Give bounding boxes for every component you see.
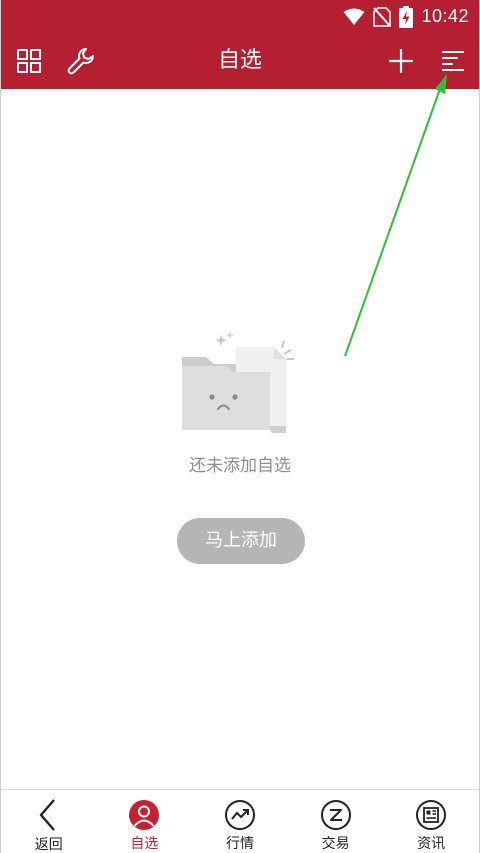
tab-news[interactable]: 资讯: [383, 790, 479, 853]
wrench-icon: [67, 48, 94, 75]
status-bar: 10:42: [1, 0, 479, 33]
grid-icon: [17, 49, 41, 73]
tab-trade[interactable]: 交易: [288, 790, 384, 853]
add-now-button[interactable]: 马上添加: [177, 518, 305, 564]
tab-label: 返回: [34, 837, 63, 853]
back-arrow-icon: [39, 799, 55, 831]
tab-label: 行情: [225, 836, 254, 852]
battery-charging-icon: [399, 5, 414, 28]
tab-label: 自选: [130, 836, 159, 852]
empty-folder-icon: [182, 331, 294, 433]
trend-chart-icon: [224, 799, 255, 830]
plus-icon: [389, 49, 413, 73]
grid-view-button[interactable]: [9, 41, 49, 81]
news-icon: [416, 799, 447, 830]
sort-lines-icon: [442, 51, 464, 71]
bottom-tab-bar: 返回 自选 行情 交易 资讯: [1, 789, 479, 853]
status-icons: 10:42: [343, 0, 469, 33]
person-icon: [129, 799, 160, 830]
status-time: 10:42: [421, 6, 469, 26]
trade-icon: [320, 799, 351, 830]
wifi-icon: [343, 8, 365, 25]
tab-market[interactable]: 行情: [192, 790, 288, 853]
tab-label: 资讯: [417, 836, 446, 852]
tab-watchlist[interactable]: 自选: [97, 790, 193, 853]
settings-button[interactable]: [61, 41, 101, 81]
tab-back[interactable]: 返回: [1, 790, 97, 853]
add-stock-button[interactable]: [381, 41, 421, 81]
app-bar: 自选: [1, 33, 479, 89]
no-sim-icon: [373, 6, 392, 27]
sort-menu-button[interactable]: [433, 41, 473, 81]
empty-message: 还未添加自选: [189, 456, 291, 476]
tab-label: 交易: [321, 836, 350, 852]
